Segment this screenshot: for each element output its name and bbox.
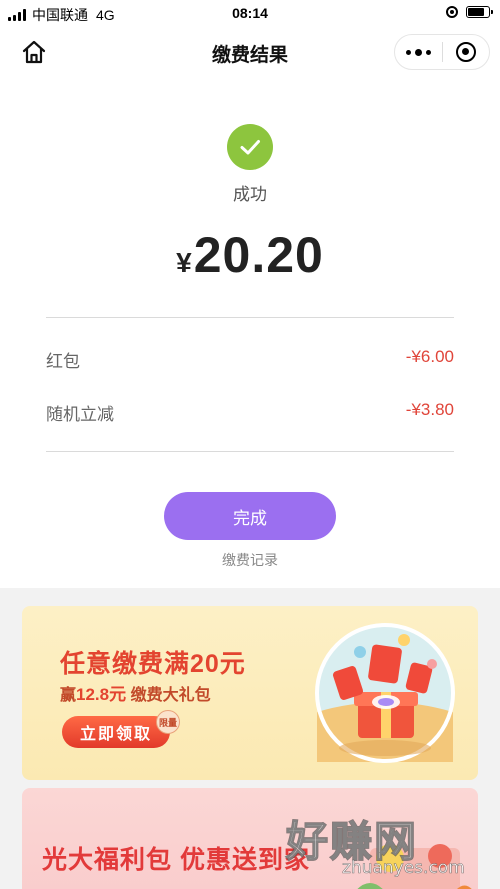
payment-records-link[interactable]: 缴费记录	[0, 550, 500, 570]
divider-bottom	[46, 451, 454, 452]
watermark-url: zhuanyes.com	[342, 858, 465, 879]
claim-now-button[interactable]: 立即领取	[62, 716, 170, 748]
discount-amount: -¥6.00	[405, 347, 454, 366]
watermark: 好赚网 zhuanyes.com	[280, 808, 485, 888]
status-time: 08:14	[232, 5, 268, 21]
limited-badge: 限量	[156, 710, 180, 734]
discount-label: 红包	[46, 352, 80, 371]
discount-amount: -¥3.80	[405, 400, 454, 419]
discount-label: 随机立减	[46, 405, 114, 424]
status-right	[446, 6, 493, 18]
more-icon[interactable]	[395, 35, 442, 69]
discount-row: 红包 -¥6.00	[46, 347, 454, 372]
promo-banner-payment-gift[interactable]: 任意缴费满20元 赢12.8元 缴费大礼包 立即领取 限量	[22, 606, 478, 780]
payment-status: 成功	[233, 185, 267, 204]
promo-subtitle: 赢12.8元 缴费大礼包	[60, 680, 211, 705]
orientation-lock-icon	[446, 6, 458, 18]
battery-icon	[466, 6, 493, 18]
success-check-icon	[227, 124, 273, 170]
promo-subtitle-highlight: 12.8元	[76, 685, 127, 704]
mini-program-close-icon[interactable]	[442, 35, 489, 69]
gift-box-illustration	[315, 623, 455, 763]
mini-program-capsule	[394, 34, 490, 70]
discount-row: 随机立减 -¥3.80	[46, 400, 454, 425]
navigation-bar: 缴费结果	[0, 26, 500, 78]
divider-top	[46, 317, 454, 318]
promo-subtitle-prefix: 赢	[60, 687, 77, 704]
promo-title: 任意缴费满20元	[60, 650, 246, 678]
promo-title: 光大福利包 优惠送到家	[42, 846, 310, 874]
amount-value: 20.20	[193, 227, 324, 283]
status-bar: 中国联通 4G 08:14	[0, 0, 500, 26]
promo-subtitle-suffix: 缴费大礼包	[130, 687, 211, 704]
currency-symbol: ¥	[176, 247, 192, 278]
payment-amount: ¥20.20	[0, 226, 500, 284]
payment-result-card: 成功 ¥20.20 红包 -¥6.00 随机立减 -¥3.80 完成 缴费记录	[0, 78, 500, 588]
done-button[interactable]: 完成	[164, 492, 336, 540]
